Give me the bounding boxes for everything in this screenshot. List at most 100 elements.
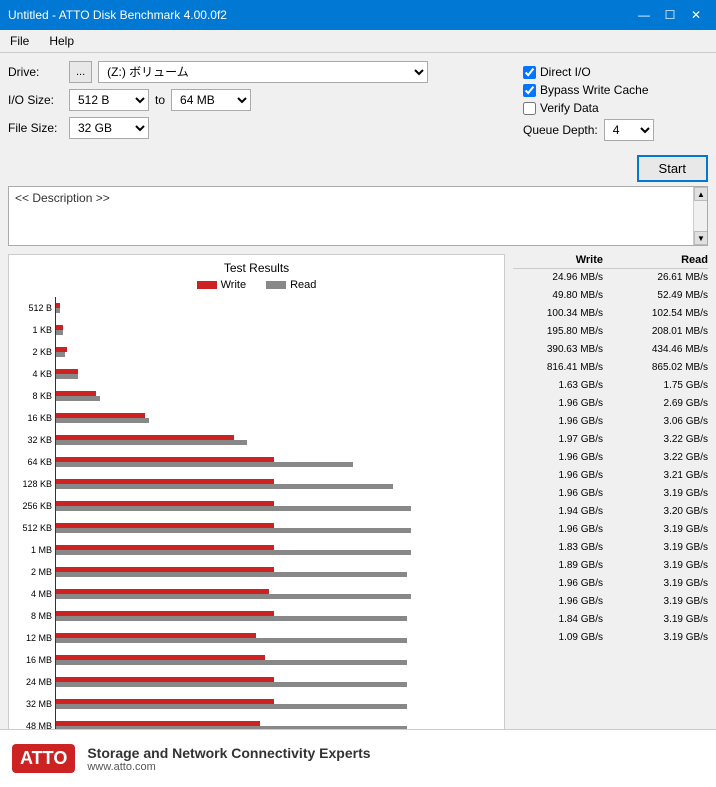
- browse-button[interactable]: ...: [69, 61, 92, 83]
- bar-row-4mb: [56, 583, 500, 605]
- write-512b: 24.96 MB/s: [513, 269, 603, 287]
- read-256kb: 3.22 GB/s: [623, 431, 708, 449]
- result-row-8kb: 390.63 MB/s 434.46 MB/s: [513, 341, 708, 359]
- atto-logo: ATTO: [12, 744, 75, 773]
- write-2kb: 100.34 MB/s: [513, 305, 603, 323]
- io-size-from-select[interactable]: 512 B: [69, 89, 149, 111]
- atto-url: www.atto.com: [87, 761, 370, 773]
- bar-read-1mb: [56, 550, 411, 555]
- bar-read-32kb: [56, 440, 247, 445]
- read-32mb: 3.19 GB/s: [623, 593, 708, 611]
- write-32kb: 1.63 GB/s: [513, 377, 603, 395]
- write-12mb: 1.83 GB/s: [513, 539, 603, 557]
- menu-help[interactable]: Help: [43, 32, 80, 50]
- result-row-64kb: 1.96 GB/s2.69 GB/s: [513, 395, 708, 413]
- chart-legend: Write Read: [13, 279, 500, 291]
- read-64mb: 3.19 GB/s: [623, 629, 708, 647]
- direct-io-row: Direct I/O: [523, 65, 708, 79]
- y-label-512kb: 512 KB: [13, 517, 52, 539]
- io-size-to-label: to: [155, 93, 165, 107]
- bar-row-1mb: [56, 539, 500, 561]
- io-size-to-select[interactable]: 64 MB: [171, 89, 251, 111]
- write-16kb: 816.41 MB/s: [513, 359, 603, 377]
- write-256kb: 1.97 GB/s: [513, 431, 603, 449]
- write-4mb: 1.94 GB/s: [513, 503, 603, 521]
- bar-row-256kb: [56, 495, 500, 517]
- description-text: << Description >>: [9, 187, 707, 209]
- read-4mb: 3.20 GB/s: [623, 503, 708, 521]
- write-8kb: 390.63 MB/s: [513, 341, 603, 359]
- read-1kb: 52.49 MB/s: [623, 287, 708, 305]
- io-size-label: I/O Size:: [8, 93, 63, 107]
- y-label-256kb: 256 KB: [13, 495, 52, 517]
- write-4kb: 195.80 MB/s: [513, 323, 603, 341]
- read-8mb: 3.19 GB/s: [623, 521, 708, 539]
- write-1kb: 49.80 MB/s: [513, 287, 603, 305]
- bar-row-512kb: [56, 517, 500, 539]
- y-label-4kb: 4 KB: [13, 363, 52, 385]
- read-12mb: 3.19 GB/s: [623, 539, 708, 557]
- legend-read-label: Read: [290, 279, 316, 291]
- menu-file[interactable]: File: [4, 32, 35, 50]
- read-24mb: 3.19 GB/s: [623, 575, 708, 593]
- read-32kb: 1.75 GB/s: [623, 377, 708, 395]
- read-128kb: 3.06 GB/s: [623, 413, 708, 431]
- scroll-down-arrow[interactable]: ▼: [694, 231, 708, 245]
- bar-read-128kb: [56, 484, 393, 489]
- atto-tagline: Storage and Network Connectivity Experts: [87, 745, 370, 761]
- read-2mb: 3.19 GB/s: [623, 485, 708, 503]
- result-row-2kb: 100.34 MB/s102.54 MB/s: [513, 305, 708, 323]
- bypass-write-cache-checkbox[interactable]: [523, 84, 536, 97]
- read-512b: 26.61 MB/s: [623, 269, 708, 287]
- bar-row-32kb: [56, 429, 500, 451]
- y-label-8kb: 8 KB: [13, 385, 52, 407]
- result-row-16mb: 1.89 GB/s3.19 GB/s: [513, 557, 708, 575]
- write-32mb: 1.96 GB/s: [513, 593, 603, 611]
- result-row-32kb: 1.63 GB/s 1.75 GB/s: [513, 377, 708, 395]
- queue-depth-row: Queue Depth: 4: [523, 119, 708, 141]
- verify-data-checkbox[interactable]: [523, 102, 536, 115]
- direct-io-checkbox[interactable]: [523, 66, 536, 79]
- result-row-48mb: 1.84 GB/s3.19 GB/s: [513, 611, 708, 629]
- y-axis-labels: 512 B 1 KB 2 KB 4 KB 8 KB 16 KB 32 KB 64…: [13, 297, 55, 760]
- start-button[interactable]: Start: [637, 155, 708, 182]
- read-16mb: 3.19 GB/s: [623, 557, 708, 575]
- y-label-128kb: 128 KB: [13, 473, 52, 495]
- write-64mb: 1.09 GB/s: [513, 629, 603, 647]
- queue-depth-label: Queue Depth:: [523, 123, 598, 137]
- legend-write-label: Write: [221, 279, 246, 291]
- maximize-button[interactable]: ☐: [658, 5, 682, 25]
- menu-bar: File Help: [0, 30, 716, 53]
- minimize-button[interactable]: —: [632, 5, 656, 25]
- file-size-label: File Size:: [8, 121, 63, 135]
- bar-row-128kb: [56, 473, 500, 495]
- file-size-select[interactable]: 32 GB: [69, 117, 149, 139]
- bar-read-2mb: [56, 572, 407, 577]
- write-8mb: 1.96 GB/s: [513, 521, 603, 539]
- bar-row-512b: [56, 297, 500, 319]
- close-button[interactable]: ✕: [684, 5, 708, 25]
- bar-read-256kb: [56, 506, 411, 511]
- description-box: << Description >> ▲ ▼: [8, 186, 708, 246]
- read-header: Read: [623, 254, 708, 266]
- read-8kb: 434.46 MB/s: [623, 341, 708, 359]
- result-row-512b: 24.96 MB/s 26.61 MB/s: [513, 269, 708, 287]
- drive-select[interactable]: (Z:) ボリューム: [98, 61, 428, 83]
- bar-row-16mb: [56, 649, 500, 671]
- bar-row-64kb: [56, 451, 500, 473]
- read-512kb: 3.22 GB/s: [623, 449, 708, 467]
- bar-read-16kb: [56, 418, 149, 423]
- result-row-1mb: 1.96 GB/s3.21 GB/s: [513, 467, 708, 485]
- y-label-16kb: 16 KB: [13, 407, 52, 429]
- results-header: Write Read: [513, 254, 708, 269]
- result-row-4mb: 1.94 GB/s 3.20 GB/s: [513, 503, 708, 521]
- read-1mb: 3.21 GB/s: [623, 467, 708, 485]
- queue-depth-select[interactable]: 4: [604, 119, 654, 141]
- verify-data-row: Verify Data: [523, 101, 708, 115]
- bypass-write-cache-label: Bypass Write Cache: [540, 83, 649, 97]
- chart-bars: [55, 297, 500, 760]
- bar-read-12mb: [56, 638, 407, 643]
- bar-row-1kb: [56, 319, 500, 341]
- scroll-up-arrow[interactable]: ▲: [694, 187, 708, 201]
- result-row-512kb: 1.96 GB/s3.22 GB/s: [513, 449, 708, 467]
